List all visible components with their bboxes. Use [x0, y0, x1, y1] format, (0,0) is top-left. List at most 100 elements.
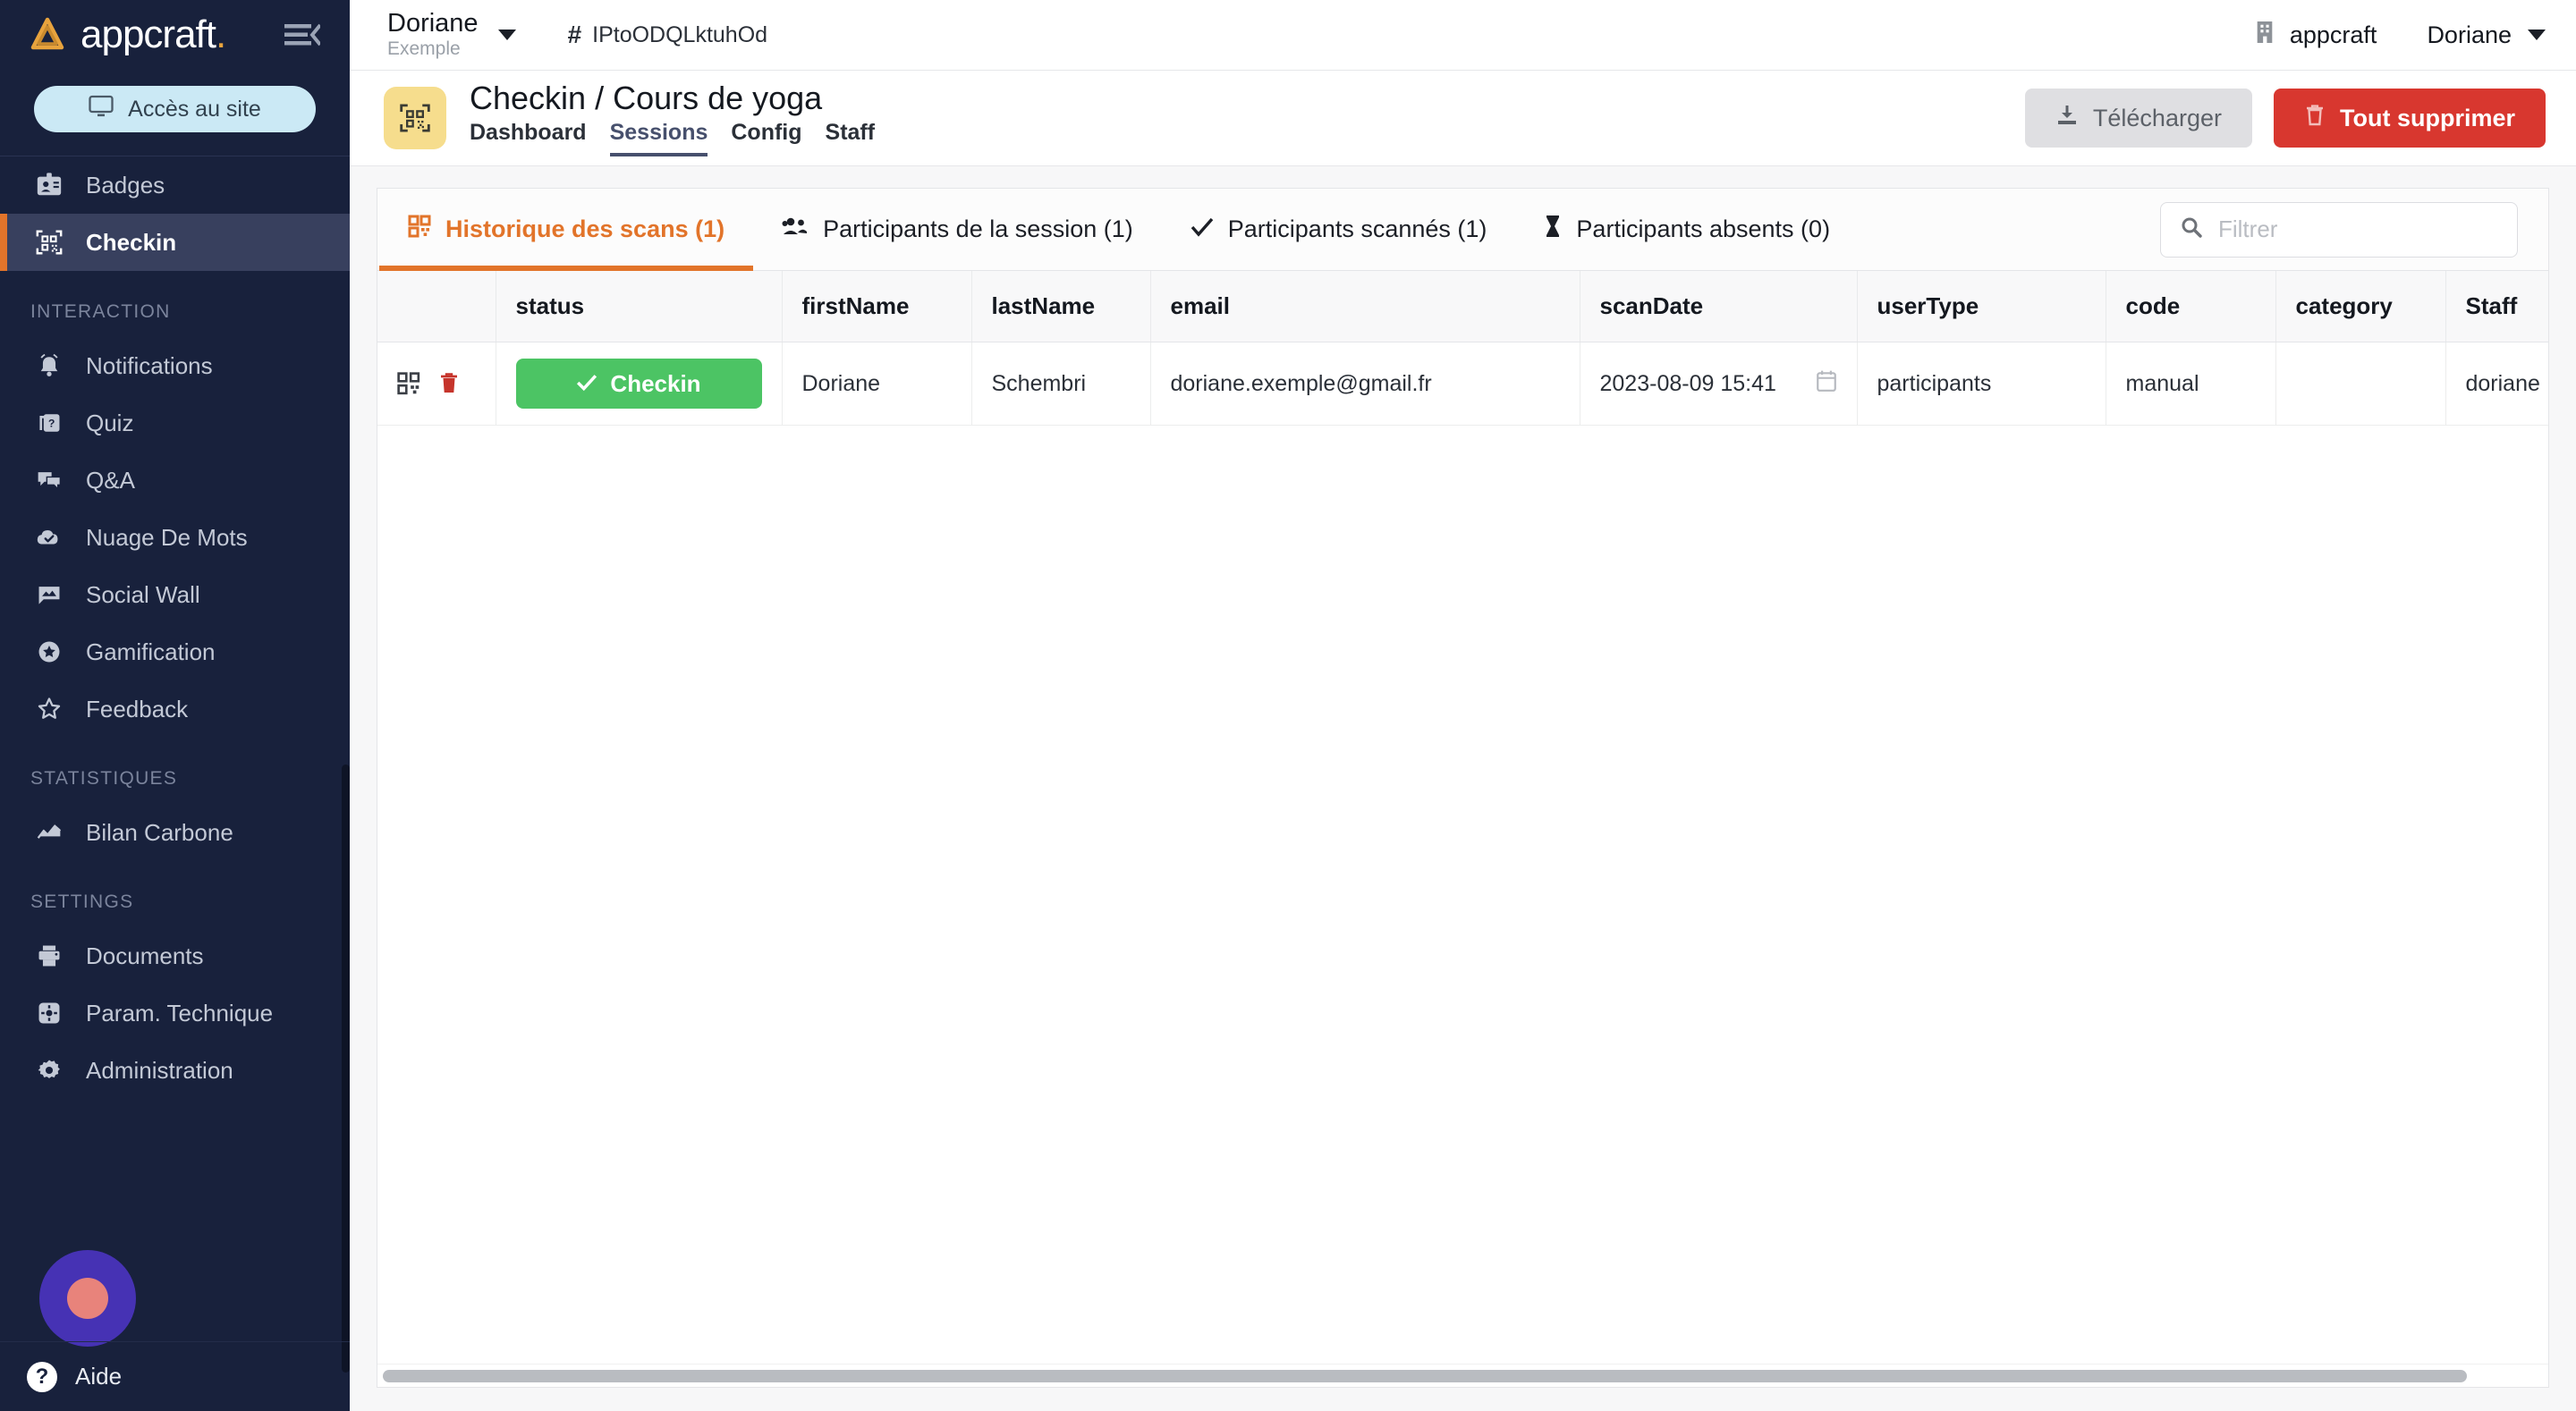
access-site-wrap: Accès au site [0, 70, 350, 156]
event-subtitle: Exemple [387, 38, 479, 60]
content-area: Historique des scans (1) [350, 166, 2576, 1411]
sidebar-item-bilan-carbone[interactable]: Bilan Carbone [0, 804, 350, 861]
sidebar-item-label: Gamification [86, 638, 216, 666]
tab-bar: Historique des scans (1) [377, 189, 2548, 271]
download-button[interactable]: Télécharger [2025, 89, 2252, 148]
status-cell: Checkin [496, 342, 782, 426]
page-qr-code-icon [384, 87, 446, 149]
page-subnav: Dashboard Sessions Config Staff [470, 120, 875, 156]
subnav-staff[interactable]: Staff [826, 120, 876, 156]
sidebar-item-qa[interactable]: Q&A [0, 452, 350, 509]
id-badge-icon [34, 170, 64, 200]
event-dropdown-caret-icon[interactable] [498, 30, 516, 40]
users-icon [782, 215, 809, 243]
sidebar-item-badges[interactable]: Badges [0, 156, 350, 214]
filter-input[interactable] [2218, 215, 2497, 243]
hash-icon: # [568, 21, 582, 49]
subnav-config[interactable]: Config [731, 120, 801, 156]
table-scroll-thumb[interactable] [383, 1370, 2467, 1382]
email-cell: doriane.exemple@gmail.fr [1150, 342, 1580, 426]
status-badge[interactable]: Checkin [516, 359, 762, 409]
organization-selector[interactable]: appcraft [2254, 20, 2377, 51]
access-site-button[interactable]: Accès au site [34, 86, 316, 132]
building-icon [2254, 20, 2275, 51]
event-selector[interactable]: Doriane Exemple [387, 10, 479, 60]
table-wrapper: status firstName lastName email scanDate… [377, 271, 2548, 1364]
scandate-cell: 2023-08-09 15:41 [1580, 342, 1857, 426]
gear-icon [34, 1055, 64, 1086]
sidebar-item-gamification[interactable]: Gamification [0, 623, 350, 680]
sidebar-item-quiz[interactable]: ? Quiz [0, 394, 350, 452]
sidebar-item-feedback[interactable]: Feedback [0, 680, 350, 738]
filter-box[interactable] [2160, 202, 2518, 258]
help-button[interactable]: ? Aide [0, 1341, 350, 1411]
table-body: Checkin Doriane Schembri doriane.exemple… [377, 342, 2548, 426]
table-horizontal-scrollbar[interactable] [377, 1364, 2548, 1387]
tab-participants-absents[interactable]: Participants absents (0) [1515, 189, 1859, 271]
sidebar-item-documents[interactable]: Documents [0, 927, 350, 984]
firstname-cell: Doriane [782, 342, 971, 426]
app-root: appcraft. Accès au site [0, 0, 2576, 1411]
delete-all-label: Tout supprimer [2340, 105, 2515, 132]
tab-participants-scannes[interactable]: Participants scannés (1) [1162, 189, 1516, 271]
svg-text:?: ? [48, 417, 55, 429]
check-icon [1191, 215, 1214, 243]
user-menu[interactable]: Doriane [2427, 21, 2546, 49]
help-label: Aide [75, 1363, 122, 1390]
sidebar-item-checkin[interactable]: Checkin [0, 214, 350, 271]
search-icon [2181, 216, 2202, 242]
delete-all-button[interactable]: Tout supprimer [2274, 89, 2546, 148]
col-staff: Staff [2445, 271, 2548, 342]
chart-line-icon [34, 817, 64, 848]
sidebar-scrollbar[interactable] [342, 765, 350, 1373]
star-outline-icon [34, 694, 64, 724]
subnav-sessions[interactable]: Sessions [610, 120, 708, 156]
col-category: category [2275, 271, 2445, 342]
sidebar-item-label: Param. Technique [86, 1000, 273, 1027]
col-code: code [2106, 271, 2275, 342]
code-cell: manual [2106, 342, 2275, 426]
data-panel: Historique des scans (1) [377, 188, 2549, 1388]
calendar-icon[interactable] [1816, 369, 1837, 399]
event-name: Doriane [387, 10, 479, 37]
tab-historique-des-scans[interactable]: Historique des scans (1) [379, 189, 753, 271]
tab-participants-de-la-session[interactable]: Participants de la session (1) [753, 189, 1162, 271]
topbar-right: appcraft Doriane [2254, 20, 2546, 51]
scandate-wrap: 2023-08-09 15:41 [1600, 369, 1837, 399]
sidebar-item-label: Administration [86, 1057, 233, 1085]
page-title: Checkin / Cours de yoga [470, 80, 875, 117]
sidebar-item-param-technique[interactable]: Param. Technique [0, 984, 350, 1042]
sidebar-section-interaction: INTERACTION [0, 271, 350, 337]
topbar: Doriane Exemple # IPtoODQLktuhOd [350, 0, 2576, 71]
event-code-value: IPtoODQLktuhOd [592, 22, 767, 48]
sidebar-item-nuage-de-mots[interactable]: Nuage De Mots [0, 509, 350, 566]
event-code: # IPtoODQLktuhOd [568, 21, 768, 49]
col-scandate: scanDate [1580, 271, 1857, 342]
row-actions-cell [377, 342, 496, 426]
sidebar-item-label: Q&A [86, 467, 135, 494]
page-title-block: Checkin / Cours de yoga Dashboard Sessio… [470, 80, 875, 156]
subnav-dashboard[interactable]: Dashboard [470, 120, 587, 156]
monitor-icon [89, 95, 114, 124]
user-dropdown-caret-icon [2528, 30, 2546, 40]
sidebar-item-administration[interactable]: Administration [0, 1042, 350, 1099]
question-mark-icon: ? [27, 1362, 57, 1392]
trash-icon[interactable] [438, 372, 460, 395]
check-icon [576, 370, 597, 398]
hourglass-icon [1544, 214, 1562, 245]
col-firstname: firstName [782, 271, 971, 342]
col-email: email [1150, 271, 1580, 342]
sidebar-item-social-wall[interactable]: Social Wall [0, 566, 350, 623]
qr-code-icon [408, 215, 431, 244]
brand-header: appcraft. [0, 0, 350, 70]
page-actions: Télécharger Tout supprimer [2025, 89, 2546, 148]
collapse-sidebar-icon[interactable] [282, 17, 323, 53]
sidebar-item-notifications[interactable]: Notifications [0, 337, 350, 394]
qr-code-icon[interactable] [397, 372, 420, 395]
scandate-value: 2023-08-09 15:41 [1600, 371, 1776, 397]
trash-icon [2304, 104, 2326, 133]
support-chat-bubble[interactable] [39, 1250, 136, 1347]
category-cell [2275, 342, 2445, 426]
sidebar-section-statistiques: STATISTIQUES [0, 738, 350, 804]
chat-bubbles-icon [34, 465, 64, 495]
